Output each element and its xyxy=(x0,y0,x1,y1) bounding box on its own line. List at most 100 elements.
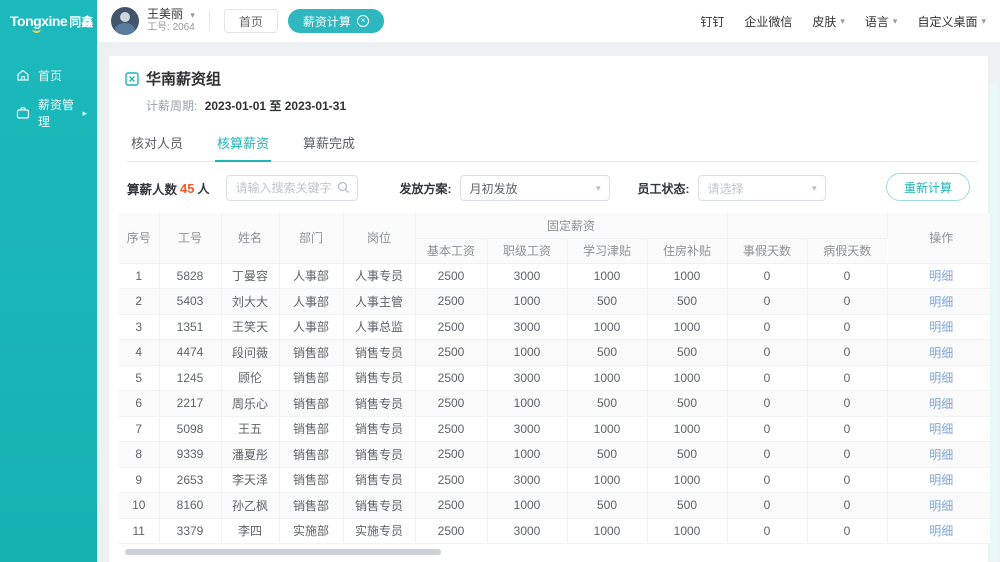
vertical-scrollbar-track[interactable] xyxy=(990,84,999,562)
sidebar-item-home[interactable]: 首页 xyxy=(0,56,97,94)
cell-sick-leave: 0 xyxy=(807,467,887,493)
cell-emp-no: 8160 xyxy=(159,493,221,519)
payroll-group-icon[interactable] xyxy=(125,72,139,86)
status-label: 员工状态: xyxy=(638,180,690,197)
tab-calc-done[interactable]: 算薪完成 xyxy=(301,126,357,161)
cell-study-allowance: 500 xyxy=(567,391,647,417)
cell-actions: 明细 xyxy=(887,340,995,366)
cell-dept: 实施部 xyxy=(279,518,343,544)
cell-actions: 明细 xyxy=(887,467,995,493)
status-select[interactable]: 请选择 ▾ xyxy=(698,175,826,201)
cell-housing-allowance: 1000 xyxy=(647,314,727,340)
detail-link[interactable]: 明细 xyxy=(929,499,953,513)
sidebar: Tongxine 同鑫 首页 薪资管理 ▸ xyxy=(0,0,97,562)
table-header: 序号 工号 姓名 部门 岗位 固定薪资 操作 基本工资 xyxy=(119,213,995,263)
cell-grade-salary: 1000 xyxy=(487,493,567,519)
user-info[interactable]: 王美丽 ▾ 工号: 2064 xyxy=(147,7,195,35)
cell-name: 李四 xyxy=(221,518,279,544)
cell-base-salary: 2500 xyxy=(415,467,487,493)
topnav-item-0[interactable]: 钉钉 xyxy=(700,13,724,30)
horizontal-scrollbar-thumb[interactable] xyxy=(125,549,441,555)
search-icon[interactable] xyxy=(337,181,350,194)
detail-link[interactable]: 明细 xyxy=(929,422,953,436)
cell-housing-allowance: 1000 xyxy=(647,365,727,391)
detail-link[interactable]: 明细 xyxy=(929,320,953,334)
topnav-item-label: 钉钉 xyxy=(700,13,724,30)
col-grade-salary: 职级工资 xyxy=(487,238,567,263)
cell-name: 潘夏彤 xyxy=(221,442,279,468)
cell-personal-leave: 0 xyxy=(727,442,807,468)
user-avatar[interactable] xyxy=(111,7,139,35)
cell-personal-leave: 0 xyxy=(727,467,807,493)
cell-actions: 明细 xyxy=(887,416,995,442)
cell-study-allowance: 1000 xyxy=(567,467,647,493)
cell-dept: 销售部 xyxy=(279,467,343,493)
topnav-item-3[interactable]: 语言▾ xyxy=(865,13,898,30)
cell-base-salary: 2500 xyxy=(415,416,487,442)
cell-name: 王笑天 xyxy=(221,314,279,340)
col-personal-leave: 事假天数 xyxy=(727,238,807,263)
cell-emp-no: 1351 xyxy=(159,314,221,340)
topnav-item-1[interactable]: 企业微信 xyxy=(744,13,792,30)
detail-link[interactable]: 明细 xyxy=(929,473,953,487)
filter-bar: 算薪人数 45 人 发放方案: 月初发放 ▾ 员工状态: xyxy=(127,175,978,201)
cell-name: 丁曼容 xyxy=(221,263,279,289)
detail-link[interactable]: 明细 xyxy=(929,524,953,538)
cell-study-allowance: 500 xyxy=(567,340,647,366)
detail-link[interactable]: 明细 xyxy=(929,269,953,283)
detail-link[interactable]: 明细 xyxy=(929,397,953,411)
cell-dept: 销售部 xyxy=(279,365,343,391)
sidebar-nav: 首页 薪资管理 ▸ xyxy=(0,56,97,132)
detail-link[interactable]: 明细 xyxy=(929,371,953,385)
user-name: 王美丽 xyxy=(147,7,183,21)
main-area: 王美丽 ▾ 工号: 2064 首页 薪资计算 × 钉钉企业微信皮肤▾语言▾自定义… xyxy=(97,0,1000,562)
headcount-label: 算薪人数 xyxy=(127,179,177,198)
detail-link[interactable]: 明细 xyxy=(929,448,953,462)
workspace-tab-payroll[interactable]: 薪资计算 × xyxy=(288,9,384,33)
cell-position: 销售专员 xyxy=(343,391,415,417)
cell-index: 5 xyxy=(119,365,159,391)
plan-select[interactable]: 月初发放 ▾ xyxy=(460,175,610,201)
chevron-down-icon: ▾ xyxy=(981,16,986,27)
brand-logo-cn: 同鑫 xyxy=(69,13,93,30)
payroll-card: 华南薪资组 计薪周期: 2023-01-01 至 2023-01-31 核对人员… xyxy=(109,56,988,562)
cell-emp-no: 2653 xyxy=(159,467,221,493)
cell-study-allowance: 1000 xyxy=(567,518,647,544)
workspace-tab-home[interactable]: 首页 xyxy=(224,9,278,33)
home-icon xyxy=(16,68,30,82)
col-index: 序号 xyxy=(119,213,159,263)
cell-name: 王五 xyxy=(221,416,279,442)
cell-position: 销售专员 xyxy=(343,416,415,442)
cell-index: 10 xyxy=(119,493,159,519)
table-row: 9 2653 李天泽 销售部 销售专员 2500 3000 1000 1000 … xyxy=(119,467,995,493)
cell-grade-salary: 3000 xyxy=(487,263,567,289)
cell-position: 销售专员 xyxy=(343,493,415,519)
recalculate-button[interactable]: 重新计算 xyxy=(886,173,970,201)
sidebar-item-label: 首页 xyxy=(38,67,62,84)
cell-emp-no: 3379 xyxy=(159,518,221,544)
topnav-item-2[interactable]: 皮肤▾ xyxy=(812,13,845,30)
tab-check-people[interactable]: 核对人员 xyxy=(129,126,185,161)
table-row: 8 9339 潘夏彤 销售部 销售专员 2500 1000 500 500 0 … xyxy=(119,442,995,468)
tab-calc-payroll[interactable]: 核算薪资 xyxy=(215,126,271,161)
cell-base-salary: 2500 xyxy=(415,442,487,468)
cell-actions: 明细 xyxy=(887,263,995,289)
detail-link[interactable]: 明细 xyxy=(929,346,953,360)
horizontal-scrollbar-track xyxy=(125,549,978,555)
pay-period-value: 2023-01-01 至 2023-01-31 xyxy=(205,99,346,113)
pay-period-label: 计薪周期: xyxy=(146,99,197,113)
cell-position: 销售专员 xyxy=(343,442,415,468)
topbar-right-menu: 钉钉企业微信皮肤▾语言▾自定义桌面▾ xyxy=(700,13,986,30)
cell-housing-allowance: 500 xyxy=(647,391,727,417)
brand-logo: Tongxine 同鑫 xyxy=(0,0,97,42)
cell-actions: 明细 xyxy=(887,442,995,468)
close-icon[interactable]: × xyxy=(357,15,369,27)
topnav-item-label: 企业微信 xyxy=(744,13,792,30)
topnav-item-4[interactable]: 自定义桌面▾ xyxy=(917,13,986,30)
detail-link[interactable]: 明细 xyxy=(929,295,953,309)
topnav-item-label: 语言 xyxy=(865,13,889,30)
status-select-placeholder: 请选择 xyxy=(708,180,744,197)
sidebar-item-payroll[interactable]: 薪资管理 ▸ xyxy=(0,94,97,132)
col-emp-no: 工号 xyxy=(159,213,221,263)
cell-emp-no: 5403 xyxy=(159,289,221,315)
